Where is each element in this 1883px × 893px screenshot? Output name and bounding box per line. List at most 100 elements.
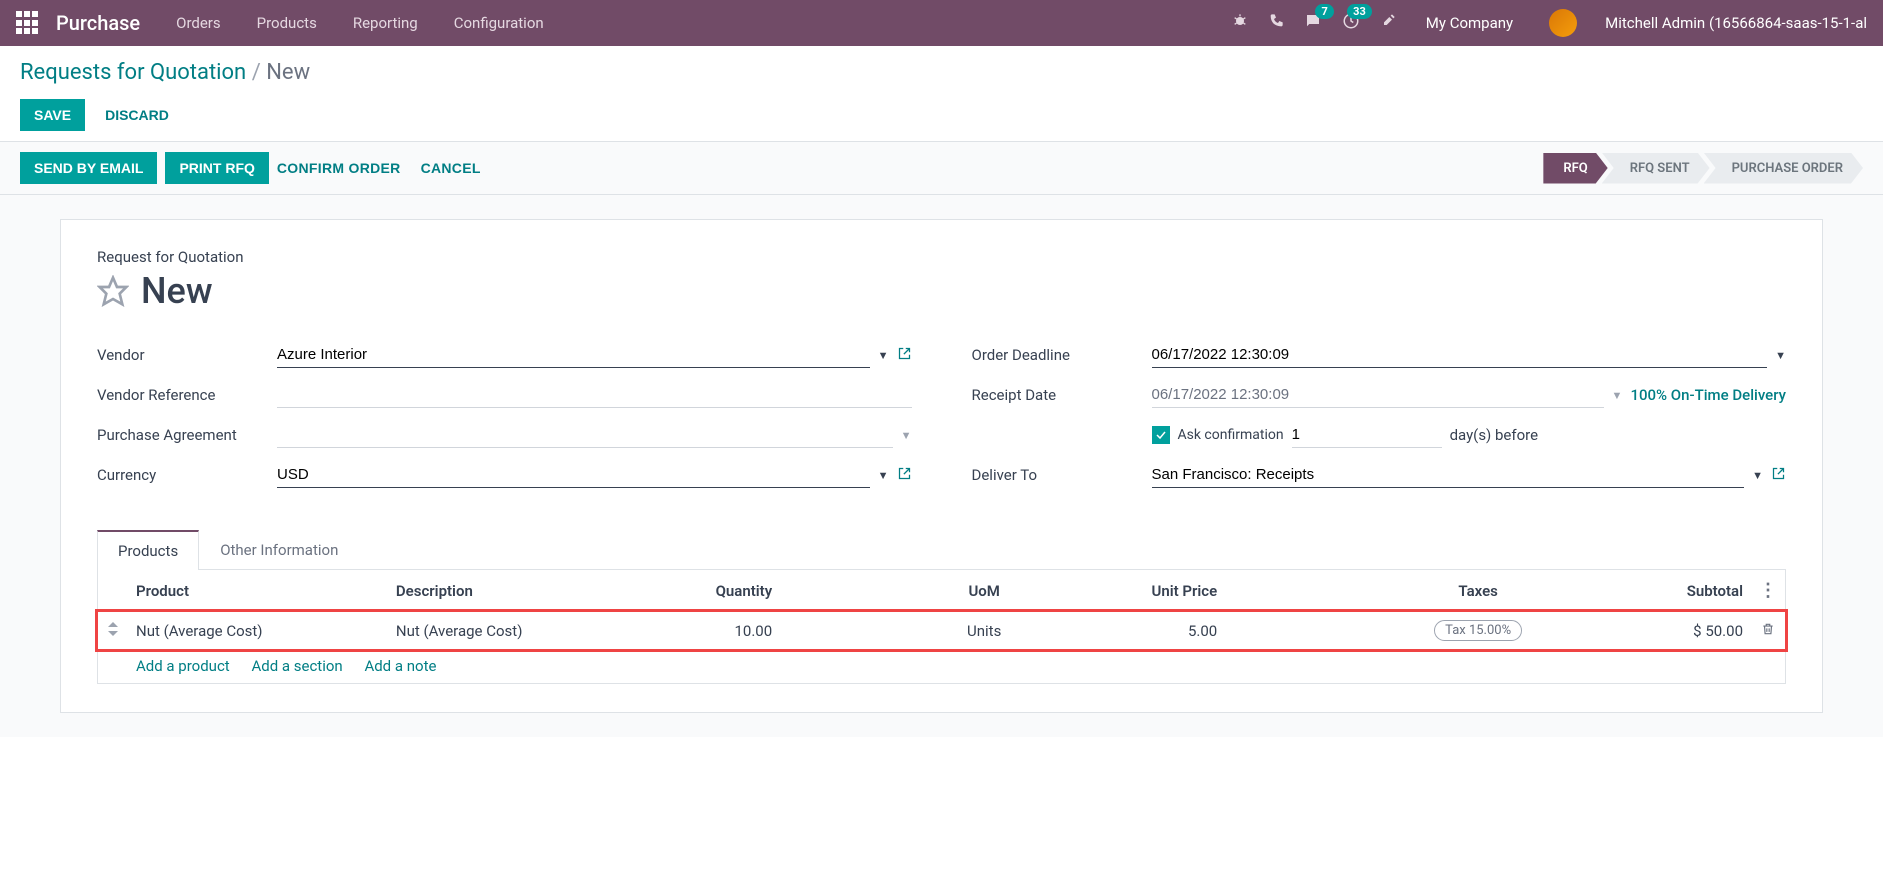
form-grid: Vendor ▼ Vendor Reference [97, 342, 1786, 502]
navbar-right: 7 33 My Company Mitchell Admin (16566864… [1232, 9, 1867, 37]
tax-chip: Tax 15.00% [1434, 620, 1522, 641]
tab-products[interactable]: Products [97, 530, 199, 570]
user-avatar[interactable] [1549, 9, 1577, 37]
action-bar: SEND BY EMAIL PRINT RFQ CONFIRM ORDER CA… [0, 142, 1883, 195]
tab-other-information[interactable]: Other Information [199, 530, 359, 570]
nav-link-configuration[interactable]: Configuration [454, 14, 544, 32]
order-deadline-label: Order Deadline [972, 346, 1152, 364]
cell-quantity[interactable]: 10.00 [648, 612, 780, 650]
control-panel: Requests for Quotation / New SAVE DISCAR… [0, 46, 1883, 142]
nav-link-reporting[interactable]: Reporting [353, 14, 418, 32]
deliver-to-label: Deliver To [972, 466, 1152, 484]
star-icon[interactable] [97, 275, 129, 307]
receipt-date-row: Receipt Date ▼ 100% On-Time Delivery [972, 382, 1787, 408]
bug-icon[interactable] [1232, 13, 1248, 33]
status-rfq[interactable]: RFQ [1543, 153, 1607, 184]
tabs: Products Other Information [97, 530, 1786, 570]
confirm-order-button[interactable]: CONFIRM ORDER [277, 160, 401, 176]
user-menu[interactable]: Mitchell Admin (16566864-saas-15-1-al [1605, 14, 1867, 32]
confirm-days-input[interactable] [1292, 422, 1442, 448]
activities-badge: 33 [1347, 4, 1372, 19]
trash-icon[interactable] [1761, 622, 1775, 640]
col-product: Product [128, 570, 388, 612]
add-row: Add a product Add a section Add a note [98, 649, 1785, 683]
form-col-right: Order Deadline ▼ Receipt Date ▼ 100% On-… [972, 342, 1787, 502]
col-taxes: Taxes [1225, 570, 1619, 612]
currency-external-link-icon[interactable] [897, 466, 912, 485]
table-header-row: Product Description Quantity UoM Unit Pr… [98, 570, 1785, 612]
receipt-date-caret-icon[interactable]: ▼ [1612, 389, 1623, 402]
deliver-to-input[interactable] [1152, 462, 1745, 488]
ask-confirmation-checkbox[interactable] [1152, 426, 1170, 444]
deliver-to-caret-icon[interactable]: ▼ [1752, 469, 1763, 482]
add-section-link[interactable]: Add a section [251, 657, 342, 675]
purchase-agreement-input[interactable] [277, 422, 893, 448]
vendor-ref-input[interactable] [277, 382, 912, 408]
nav-link-products[interactable]: Products [257, 14, 317, 32]
purchase-agreement-label: Purchase Agreement [97, 426, 277, 444]
tools-icon[interactable] [1380, 13, 1396, 33]
col-unit-price: Unit Price [1076, 570, 1225, 612]
add-note-link[interactable]: Add a note [364, 657, 436, 675]
purchase-agreement-caret-icon[interactable]: ▼ [901, 429, 912, 442]
currency-caret-icon[interactable]: ▼ [878, 469, 889, 482]
products-table: Product Description Quantity UoM Unit Pr… [98, 570, 1785, 683]
nav-links: Orders Products Reporting Configuration [176, 14, 544, 32]
page-title: New [141, 270, 213, 312]
drag-column-header [98, 570, 128, 612]
discard-button[interactable]: DISCARD [105, 107, 169, 123]
deliver-to-external-link-icon[interactable] [1771, 466, 1786, 485]
activities-icon[interactable]: 33 [1342, 12, 1360, 34]
drag-handle-icon[interactable] [98, 612, 128, 650]
apps-icon[interactable] [16, 11, 40, 35]
breadcrumb-sep: / [252, 60, 267, 85]
receipt-date-input[interactable] [1152, 382, 1604, 408]
status-purchase-order[interactable]: PURCHASE ORDER [1704, 153, 1863, 184]
currency-label: Currency [97, 466, 277, 484]
deliver-to-row: Deliver To ▼ [972, 462, 1787, 488]
ask-confirmation-row: Ask confirmation day(s) before [972, 422, 1787, 448]
breadcrumb: Requests for Quotation / New [20, 60, 1863, 85]
cell-unit-price[interactable]: 5.00 [1076, 612, 1225, 650]
currency-input[interactable] [277, 462, 870, 488]
cell-product[interactable]: Nut (Average Cost) [128, 612, 388, 650]
on-time-delivery-link[interactable]: 100% On-Time Delivery [1630, 386, 1786, 404]
sheet-container: Request for Quotation New Vendor ▼ [0, 195, 1883, 737]
vendor-caret-icon[interactable]: ▼ [878, 349, 889, 362]
form-title-label: Request for Quotation [97, 248, 1786, 266]
vendor-ref-row: Vendor Reference [97, 382, 912, 408]
messages-icon[interactable]: 7 [1304, 12, 1322, 34]
status-rfq-sent[interactable]: RFQ SENT [1602, 153, 1710, 184]
order-deadline-caret-icon[interactable]: ▼ [1775, 349, 1786, 362]
messages-badge: 7 [1315, 4, 1333, 19]
breadcrumb-root[interactable]: Requests for Quotation [20, 60, 246, 85]
receipt-date-label: Receipt Date [972, 386, 1152, 404]
add-product-link[interactable]: Add a product [136, 657, 230, 675]
ask-confirmation-label: Ask confirmation [1178, 427, 1284, 443]
save-discard-row: SAVE DISCARD [20, 99, 1863, 131]
breadcrumb-current: New [266, 60, 310, 85]
save-button[interactable]: SAVE [20, 99, 85, 131]
phone-icon[interactable] [1268, 13, 1284, 33]
vendor-label: Vendor [97, 346, 277, 364]
order-deadline-input[interactable] [1152, 342, 1768, 368]
send-by-email-button[interactable]: SEND BY EMAIL [20, 152, 157, 184]
company-selector[interactable]: My Company [1426, 14, 1513, 32]
kebab-icon[interactable]: ⋮ [1759, 580, 1777, 601]
products-table-wrap: Product Description Quantity UoM Unit Pr… [97, 570, 1786, 684]
nav-link-orders[interactable]: Orders [176, 14, 221, 32]
table-row[interactable]: Nut (Average Cost) Nut (Average Cost) 10… [98, 612, 1785, 650]
print-rfq-button[interactable]: PRINT RFQ [165, 152, 268, 184]
cell-uom[interactable]: Units [780, 612, 1076, 650]
vendor-external-link-icon[interactable] [897, 346, 912, 365]
cell-description[interactable]: Nut (Average Cost) [388, 612, 648, 650]
order-deadline-row: Order Deadline ▼ [972, 342, 1787, 368]
cell-delete [1751, 612, 1785, 650]
cancel-button[interactable]: CANCEL [421, 160, 481, 176]
col-uom: UoM [780, 570, 1076, 612]
vendor-input[interactable] [277, 342, 870, 368]
app-brand[interactable]: Purchase [56, 11, 140, 35]
cell-taxes[interactable]: Tax 15.00% [1225, 612, 1619, 650]
col-quantity: Quantity [648, 570, 780, 612]
vendor-ref-label: Vendor Reference [97, 386, 277, 404]
